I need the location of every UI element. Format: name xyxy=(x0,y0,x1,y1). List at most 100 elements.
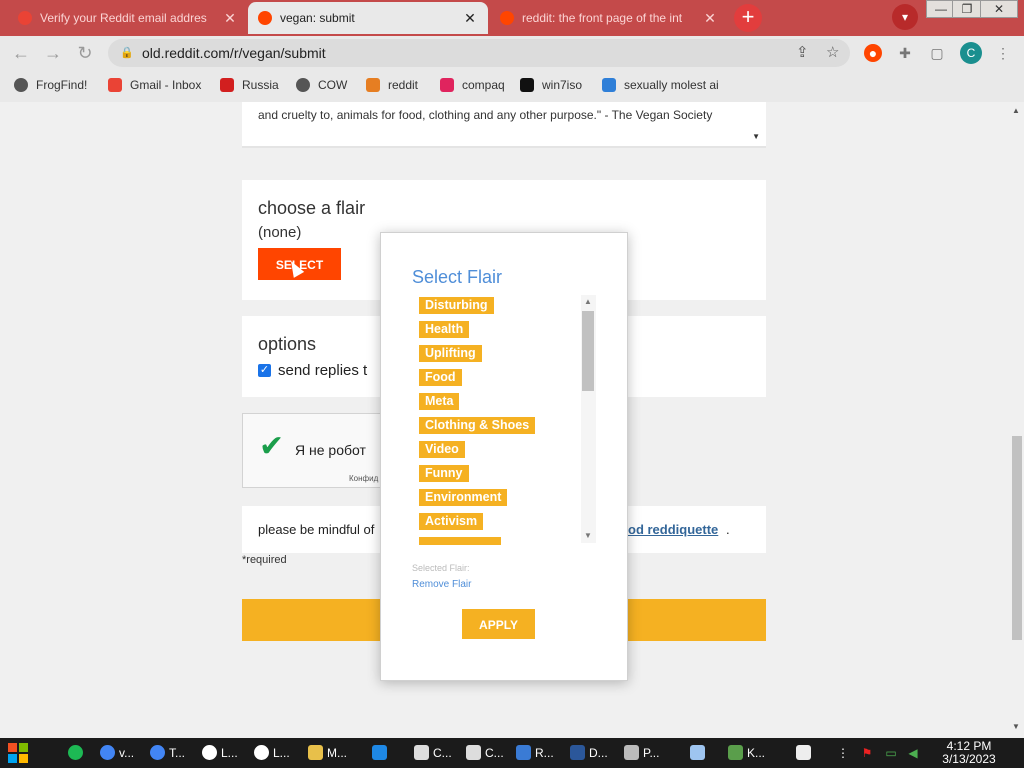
flair-option[interactable]: Video xyxy=(419,441,465,458)
flair-list-scrollbar[interactable]: ▲ ▼ xyxy=(581,295,596,543)
close-tab-icon[interactable]: ✕ xyxy=(462,10,478,27)
forward-button[interactable]: → xyxy=(42,42,64,64)
send-replies-checkbox[interactable]: ✓ xyxy=(258,364,271,377)
taskbar-7zip-c2[interactable]: C... xyxy=(466,745,504,760)
description-text: and cruelty to, animals for food, clothi… xyxy=(258,108,713,122)
notepad-icon xyxy=(690,745,705,760)
remove-flair-link[interactable]: Remove Flair xyxy=(412,579,471,590)
taskbar-k[interactable]: K... xyxy=(728,745,765,760)
tab-title: vegan: submit xyxy=(280,11,355,25)
address-bar[interactable]: 🔒 old.reddit.com/r/vegan/submit xyxy=(108,39,850,67)
flair-option[interactable]: Activism xyxy=(419,513,484,530)
page-scrollbar-thumb[interactable] xyxy=(1012,436,1022,640)
flair-option[interactable]: Health xyxy=(419,321,470,338)
bookmark-compaq[interactable]: compaq xyxy=(440,78,505,92)
bookmark-russia[interactable]: Russia xyxy=(220,78,279,92)
taskbar-m[interactable]: M... xyxy=(308,745,347,760)
browser-menu-icon[interactable]: ⋮ xyxy=(994,44,1012,62)
taskbar-spotify[interactable] xyxy=(68,745,87,760)
taskbar-p[interactable]: P... xyxy=(624,745,659,760)
folder-icon xyxy=(308,745,323,760)
bookmark-label: FrogFind! xyxy=(36,78,88,92)
globe-icon xyxy=(14,78,28,92)
taskbar-label: L... xyxy=(273,745,290,760)
taskbar-label: C... xyxy=(485,745,504,760)
taskbar-7zip-c1[interactable]: C... xyxy=(414,745,452,760)
taskbar-chrome-vegan[interactable]: v... xyxy=(100,745,134,760)
captcha-label: Я не робот xyxy=(295,442,366,458)
tab-reddit-front-page[interactable]: reddit: the front page of the int ✕ xyxy=(490,2,728,34)
flair-option[interactable]: Clothing & Shoes xyxy=(419,417,536,434)
description-box: and cruelty to, animals for food, clothi… xyxy=(242,102,766,148)
scroll-down-arrow-icon[interactable]: ▼ xyxy=(584,531,592,540)
network-icon[interactable]: ▭ xyxy=(884,746,898,760)
bookmark-reddit[interactable]: reddit xyxy=(366,78,418,92)
reddit-bookmark-icon xyxy=(366,78,380,92)
bookmark-gmail[interactable]: Gmail - Inbox xyxy=(108,78,201,92)
flair-list-scrollbar-thumb[interactable] xyxy=(582,311,594,391)
gmail-favicon-icon xyxy=(18,11,32,25)
news-site-icon xyxy=(220,78,234,92)
taskbar-r[interactable]: R... xyxy=(516,745,554,760)
bookmark-cow[interactable]: COW xyxy=(296,78,347,92)
close-window-button[interactable]: ✕ xyxy=(980,0,1018,18)
7zip-icon xyxy=(466,745,481,760)
profile-avatar[interactable]: C xyxy=(960,42,982,64)
flair-option[interactable]: Meta xyxy=(419,393,460,410)
flair-option[interactable]: Disturbing xyxy=(419,297,494,314)
taskbar-chrome-t[interactable]: T... xyxy=(150,745,185,760)
bird-app-icon xyxy=(372,745,387,760)
bookmark-label: reddit xyxy=(388,78,419,92)
bookmark-frogfind[interactable]: FrogFind! xyxy=(14,78,87,92)
flair-option[interactable]: Environment xyxy=(419,489,508,506)
scroll-up-arrow-icon[interactable]: ▲ xyxy=(1012,106,1020,115)
taskbar-label: D... xyxy=(589,745,608,760)
taskbar-word-d[interactable]: D... xyxy=(570,745,608,760)
taskbar-google-l2[interactable]: L... xyxy=(254,745,290,760)
tab-vegan-submit[interactable]: vegan: submit ✕ xyxy=(248,2,488,34)
extensions-puzzle-icon[interactable]: ✚ xyxy=(896,44,914,62)
flair-option[interactable]: Food xyxy=(419,369,462,386)
taskbar-notepad[interactable] xyxy=(690,745,709,760)
flag-icon[interactable]: ⚑ xyxy=(860,746,874,760)
maximize-button[interactable]: ❐ xyxy=(952,0,982,18)
captcha-checked-icon[interactable]: ✔ xyxy=(259,432,284,462)
close-tab-icon[interactable]: ✕ xyxy=(702,10,718,27)
share-icon[interactable]: ⇪ xyxy=(796,43,809,61)
scroll-up-arrow-icon[interactable]: ▲ xyxy=(584,297,592,306)
options-heading: options xyxy=(258,334,317,354)
taskbar-label: M... xyxy=(327,745,347,760)
bookmark-site-icon xyxy=(602,78,616,92)
taskbar-file[interactable] xyxy=(796,745,815,760)
tray-overflow-icon[interactable]: ⋮ xyxy=(836,746,850,760)
modal-title: Select Flair xyxy=(412,267,503,287)
tab-verify-email[interactable]: Verify your Reddit email addres ✕ xyxy=(8,2,248,34)
page-scrollbar[interactable]: ▲ ▼ xyxy=(1010,102,1024,736)
taskbar-bird-app[interactable] xyxy=(372,745,391,760)
tab-search-button[interactable]: ▾ xyxy=(892,4,918,30)
bookmark-star-icon[interactable]: ☆ xyxy=(826,43,839,61)
flair-option[interactable]: Uplifting xyxy=(419,345,482,362)
side-panel-icon[interactable]: ▢ xyxy=(928,44,946,62)
reddit-extension-icon[interactable]: ● xyxy=(864,44,882,62)
system-clock[interactable]: 4:12 PM 3/13/2023 xyxy=(930,740,1008,766)
network-app-icon xyxy=(728,745,743,760)
taskbar-google-l1[interactable]: L... xyxy=(202,745,238,760)
new-tab-button[interactable]: + xyxy=(734,4,762,32)
bookmark-label: Gmail - Inbox xyxy=(130,78,202,92)
reddit-favicon-icon xyxy=(500,11,514,25)
bookmark-ai[interactable]: sexually molest ai xyxy=(602,78,719,92)
reload-button[interactable]: ↻ xyxy=(74,42,96,64)
scroll-down-arrow-icon[interactable]: ▼ xyxy=(1012,722,1020,731)
scroll-down-arrow-icon[interactable]: ▼ xyxy=(752,132,760,141)
flair-option-partial[interactable] xyxy=(419,537,501,545)
reddiquette-link[interactable]: od reddiquette xyxy=(628,522,718,537)
close-tab-icon[interactable]: ✕ xyxy=(222,10,238,27)
apply-button[interactable]: APPLY xyxy=(462,609,535,639)
bookmark-label: Russia xyxy=(242,78,279,92)
windows-start-icon[interactable] xyxy=(8,743,28,763)
back-button[interactable]: ← xyxy=(10,42,32,64)
flair-option[interactable]: Funny xyxy=(419,465,469,482)
bookmark-win7iso[interactable]: win7iso xyxy=(520,78,582,92)
volume-icon[interactable]: ◀ xyxy=(906,746,920,760)
